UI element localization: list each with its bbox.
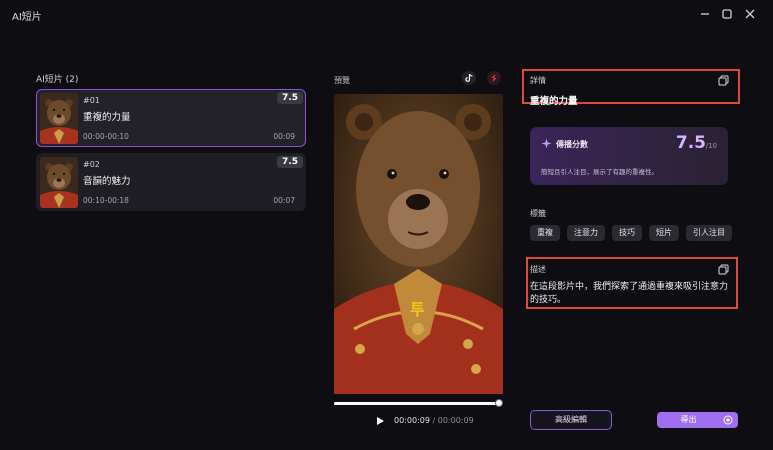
youtube-shorts-icon[interactable] bbox=[487, 71, 501, 85]
sparkle-icon bbox=[541, 138, 552, 149]
score-card-title: 傳播分數 bbox=[556, 140, 588, 149]
clip-duration: 00:09 bbox=[273, 132, 295, 141]
score-description: 簡短且引人注目，展示了有趣的重複性。 bbox=[541, 168, 658, 176]
clip-index: #02 bbox=[83, 160, 100, 169]
progress-bar[interactable] bbox=[334, 402, 500, 405]
window-title: AI短片 bbox=[12, 12, 42, 23]
tag-chip[interactable]: 短片 bbox=[649, 225, 679, 241]
export-icon bbox=[723, 415, 733, 425]
time-separator: / bbox=[432, 416, 436, 425]
tag-chip[interactable]: 注意力 bbox=[567, 225, 605, 241]
clip-thumbnail bbox=[40, 157, 78, 208]
progress-handle[interactable] bbox=[495, 399, 503, 407]
video-caption: 투 bbox=[410, 300, 425, 319]
tag-chip[interactable]: 引人注目 bbox=[686, 225, 732, 241]
total-time: 00:00:09 bbox=[437, 416, 474, 425]
time-display: 00:00:09 / 00:00:09 bbox=[394, 416, 474, 425]
clip-item-01[interactable]: #01 重複的力量 00:00-00:10 00:09 7.5 bbox=[36, 89, 306, 147]
tag-list: 重複 注意力 技巧 短片 引人注目 bbox=[530, 225, 732, 241]
score-max: /10 bbox=[705, 142, 717, 150]
copy-icon[interactable] bbox=[718, 264, 729, 275]
preview-label: 預覽 bbox=[334, 76, 350, 85]
description-text: 在這段影片中，我們探索了通過重複來吸引注意力的技巧。 bbox=[530, 282, 729, 305]
copy-icon[interactable] bbox=[718, 75, 729, 86]
clip-list-title: AI短片 (2) bbox=[36, 75, 79, 85]
clip-duration: 00:07 bbox=[273, 196, 295, 205]
clip-range: 00:10-00:18 bbox=[83, 196, 129, 205]
details-clip-name: 重複的力量 bbox=[530, 96, 578, 107]
details-label: 詳情 bbox=[530, 76, 546, 85]
description-label: 描述 bbox=[530, 265, 546, 274]
clip-name: 音韻的魅力 bbox=[83, 176, 131, 187]
minimize-icon[interactable] bbox=[697, 6, 713, 22]
score-card: 傳播分數 7.5 /10 簡短且引人注目，展示了有趣的重複性。 bbox=[530, 127, 728, 185]
tag-chip[interactable]: 重複 bbox=[530, 225, 560, 241]
tiktok-icon[interactable] bbox=[462, 71, 476, 85]
tags-label: 標籤 bbox=[530, 209, 546, 218]
clip-index: #01 bbox=[83, 96, 100, 105]
advanced-edit-button[interactable]: 高級編輯 bbox=[530, 410, 612, 430]
export-button[interactable]: 導出 bbox=[657, 412, 738, 428]
current-time: 00:00:09 bbox=[394, 416, 430, 425]
clip-thumbnail bbox=[40, 93, 78, 144]
clip-range: 00:00-00:10 bbox=[83, 132, 129, 141]
clip-name: 重複的力量 bbox=[83, 112, 131, 123]
tag-chip[interactable]: 技巧 bbox=[612, 225, 642, 241]
clip-score-badge: 7.5 bbox=[277, 92, 303, 104]
title-bar: AI短片 bbox=[0, 0, 773, 28]
video-preview[interactable] bbox=[334, 94, 503, 394]
play-icon[interactable] bbox=[375, 416, 385, 426]
score-value: 7.5 bbox=[675, 133, 706, 153]
export-label: 導出 bbox=[680, 415, 697, 424]
close-icon[interactable] bbox=[742, 6, 758, 22]
clip-score-badge: 7.5 bbox=[277, 156, 303, 168]
maximize-icon[interactable] bbox=[719, 6, 735, 22]
clip-item-02[interactable]: #02 音韻的魅力 00:10-00:18 00:07 7.5 bbox=[36, 153, 306, 211]
